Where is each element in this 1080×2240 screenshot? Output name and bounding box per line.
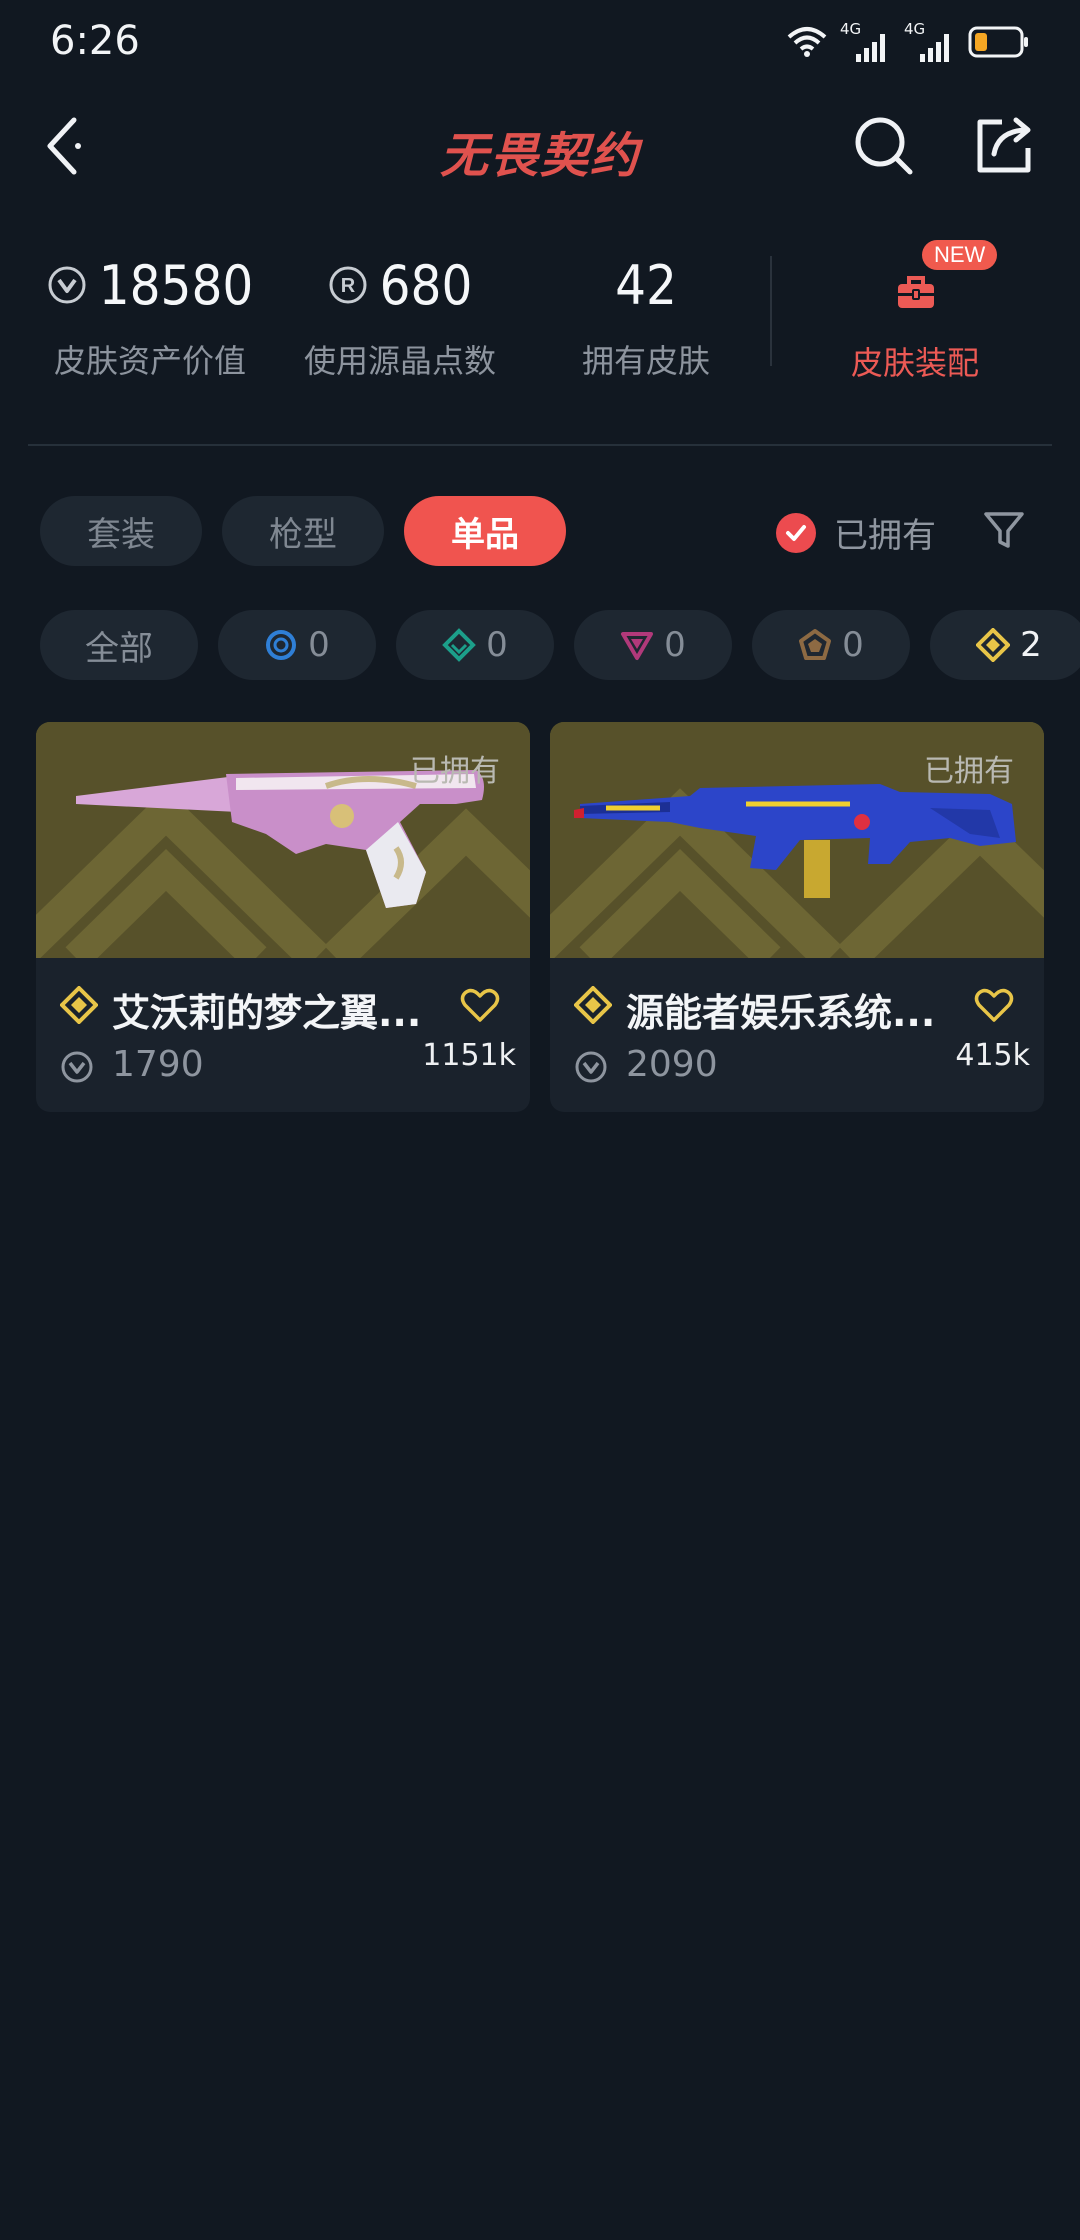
tab-weapon-type[interactable]: 枪型 [222,496,384,566]
stat-owned-skins: 42 拥有皮肤 [546,240,746,382]
exclusive-tier-icon [60,986,98,1024]
search-icon [855,117,913,175]
filter-icon [984,512,1024,548]
radianite-label: 使用源晶点数 [303,342,496,380]
stat-asset-value: 18580 皮肤资产价值 [30,240,270,382]
skin-card[interactable]: 已拥有 艾沃莉的梦之翼... 1790 1151k [36,722,530,1112]
chip-select-tier[interactable]: 0 [218,610,376,680]
vp-coin-icon [61,1051,93,1083]
header: 无畏契约 [0,96,1080,196]
skin-grid: 已拥有 艾沃莉的梦之翼... 1790 1151k 已拥有 源能者娱乐系统...… [36,722,1046,1112]
new-badge: NEW [922,240,998,270]
tab-bundle[interactable]: 套装 [40,496,202,566]
skin-equip-label: 皮肤装配 [850,344,979,382]
chip-count: 0 [664,625,686,665]
owned-filter-label: 已拥有 [834,516,936,556]
chip-count: 2 [1020,625,1042,665]
chip-count: 0 [486,625,508,665]
radianite-icon: R [329,266,367,304]
radianite-value: 680 [379,253,473,317]
chip-all[interactable]: 全部 [40,610,198,680]
status-icons: 4G 4G [786,20,1030,64]
skin-name: 源能者娱乐系统... [626,991,936,1035]
share-button[interactable] [972,114,1036,178]
chip-all-label: 全部 [85,628,153,669]
owned-filter-toggle[interactable]: 已拥有 [776,508,936,557]
skin-price: 2090 [626,1044,718,1085]
premium-tier-icon [621,632,654,660]
vp-coin-icon [48,266,86,304]
stats-panel: 18580 皮肤资产价值 R 680 使用源晶点数 42 拥有皮肤 NEW 皮肤… [0,240,1080,400]
skin-equip-button[interactable]: NEW 皮肤装配 [830,240,1000,382]
skin-image: 已拥有 [36,722,530,958]
skin-name: 艾沃莉的梦之翼... [112,991,422,1035]
cell-signal-2: 4G [904,20,956,62]
asset-value: 18580 [98,253,254,317]
owned-skins-value: 42 [615,253,677,317]
status-bar: 6:26 4G 4G [0,0,1080,80]
tab-single-item[interactable]: 单品 [404,496,566,566]
chip-exclusive-tier[interactable]: 2 [930,610,1080,680]
battery-icon [968,26,1028,58]
check-icon [776,512,816,553]
asset-value-label: 皮肤资产价值 [53,342,246,380]
exclusive-tier-icon [976,628,1011,662]
category-tabs: 套装 枪型 单品 [40,496,566,566]
favorite-heart-icon[interactable] [460,986,500,1024]
chip-count: 0 [308,625,330,665]
favorite-heart-icon[interactable] [974,986,1014,1024]
filter-button[interactable] [982,508,1026,552]
chip-count: 0 [842,625,864,665]
chip-premium-tier[interactable]: 0 [574,610,732,680]
svg-text:R: R [340,275,355,297]
skin-image: 已拥有 [550,722,1044,958]
skin-card[interactable]: 已拥有 源能者娱乐系统... 2090 415k [550,722,1044,1112]
wifi-icon [787,27,827,57]
status-time: 6:26 [50,18,140,64]
stat-radianite-points: R 680 使用源晶点数 [280,240,520,382]
share-icon [977,117,1031,173]
vp-coin-icon [575,1051,607,1083]
chip-deluxe-tier[interactable]: 0 [396,610,554,680]
stats-divider [770,256,772,366]
favorite-count: 1151k [422,1038,516,1073]
owned-tag: 已拥有 [410,754,500,789]
chip-ultra-tier[interactable]: 0 [752,610,910,680]
app-logo-title: 无畏契约 [439,128,640,184]
select-tier-icon [266,630,297,660]
rarity-filter-row: 全部 0 0 0 0 2 [40,610,1080,680]
deluxe-tier-icon [442,628,477,662]
search-button[interactable] [852,114,916,178]
favorite-count: 415k [955,1038,1030,1073]
exclusive-tier-icon [574,986,612,1024]
cell-signal-1: 4G [840,20,892,62]
card-info: 艾沃莉的梦之翼... 1790 1151k [36,958,530,1112]
skin-price: 1790 [112,1044,204,1085]
ultra-tier-icon [799,629,832,660]
owned-skins-label: 拥有皮肤 [581,342,710,380]
card-info: 源能者娱乐系统... 2090 415k [550,958,1044,1112]
signal-bars-icon [920,34,949,62]
section-divider [28,444,1052,446]
owned-tag: 已拥有 [924,754,1014,789]
signal-bars-icon [856,34,885,62]
briefcase-icon [898,276,934,308]
